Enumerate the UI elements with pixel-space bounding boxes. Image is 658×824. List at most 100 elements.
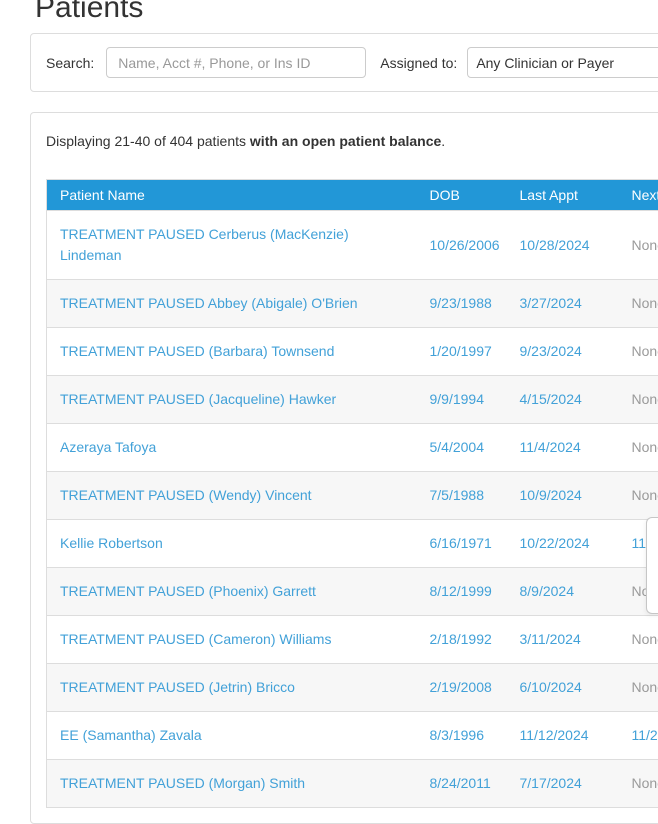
table-row: TREATMENT PAUSED (Wendy) Vincent 7/5/198… bbox=[47, 472, 658, 520]
last-appt-value[interactable]: 8/9/2024 bbox=[520, 583, 575, 599]
dob-cell: 10/26/2006 bbox=[417, 211, 507, 280]
patient-name-link[interactable]: TREATMENT PAUSED (Wendy) Vincent bbox=[60, 487, 312, 503]
last-appt-cell: 10/22/2024 bbox=[507, 520, 619, 568]
patient-name-link[interactable]: Kellie Robertson bbox=[60, 535, 163, 551]
dob-cell: 9/9/1994 bbox=[417, 376, 507, 424]
dob-value[interactable]: 6/16/1971 bbox=[430, 535, 492, 551]
patient-name-link[interactable]: TREATMENT PAUSED (Morgan) Smith bbox=[60, 775, 305, 791]
last-appt-cell: 11/4/2024 bbox=[507, 424, 619, 472]
results-summary: Displaying 21-40 of 404 patients with an… bbox=[46, 131, 658, 151]
next-appt-value[interactable]: 11/20 bbox=[632, 727, 658, 743]
summary-prefix: Displaying 21-40 of 404 patients bbox=[46, 133, 250, 149]
table-row: TREATMENT PAUSED Abbey (Abigale) O'Brien… bbox=[47, 280, 658, 328]
next-appt-cell: None bbox=[619, 280, 658, 328]
dob-cell: 8/3/1996 bbox=[417, 712, 507, 760]
patient-name-cell: Azeraya Tafoya bbox=[47, 424, 417, 472]
last-appt-value[interactable]: 11/4/2024 bbox=[520, 439, 581, 455]
dob-value[interactable]: 8/12/1999 bbox=[430, 583, 492, 599]
table-row: TREATMENT PAUSED (Jacqueline) Hawker 9/9… bbox=[47, 376, 658, 424]
dob-value[interactable]: 2/19/2008 bbox=[430, 679, 492, 695]
last-appt-value[interactable]: 4/15/2024 bbox=[520, 391, 582, 407]
last-appt-cell: 4/15/2024 bbox=[507, 376, 619, 424]
dob-cell: 6/16/1971 bbox=[417, 520, 507, 568]
last-appt-value[interactable]: 7/17/2024 bbox=[520, 775, 582, 791]
table-row: TREATMENT PAUSED (Jetrin) Bricco 2/19/20… bbox=[47, 664, 658, 712]
patient-table-body: TREATMENT PAUSED Cerberus (MacKenzie) Li… bbox=[47, 211, 658, 808]
dob-value[interactable]: 10/26/2006 bbox=[430, 237, 500, 253]
last-appt-value[interactable]: 3/11/2024 bbox=[520, 631, 581, 647]
last-appt-cell: 11/12/2024 bbox=[507, 712, 619, 760]
last-appt-value[interactable]: 11/12/2024 bbox=[520, 727, 589, 743]
next-appt-none: None bbox=[632, 237, 658, 253]
last-appt-cell: 8/9/2024 bbox=[507, 568, 619, 616]
last-appt-value[interactable]: 3/27/2024 bbox=[520, 295, 582, 311]
patient-name-link[interactable]: EE (Samantha) Zavala bbox=[60, 727, 202, 743]
patient-name-cell: TREATMENT PAUSED Cerberus (MacKenzie) Li… bbox=[47, 211, 417, 280]
page-title: Patients bbox=[35, 0, 658, 26]
patient-name-cell: TREATMENT PAUSED (Wendy) Vincent bbox=[47, 472, 417, 520]
dob-cell: 2/18/1992 bbox=[417, 616, 507, 664]
next-appt-none: None bbox=[632, 343, 658, 359]
column-header-patient-name[interactable]: Patient Name bbox=[47, 180, 417, 211]
patient-name-cell: TREATMENT PAUSED (Jetrin) Bricco bbox=[47, 664, 417, 712]
dob-value[interactable]: 5/4/2004 bbox=[430, 439, 485, 455]
dob-value[interactable]: 9/9/1994 bbox=[430, 391, 485, 407]
patient-name-cell: TREATMENT PAUSED (Cameron) Williams bbox=[47, 616, 417, 664]
patient-name-link[interactable]: TREATMENT PAUSED (Jetrin) Bricco bbox=[60, 679, 295, 695]
summary-suffix: . bbox=[441, 133, 445, 149]
next-appt-none: None bbox=[632, 487, 658, 503]
patient-name-cell: TREATMENT PAUSED Abbey (Abigale) O'Brien bbox=[47, 280, 417, 328]
table-row: TREATMENT PAUSED (Phoenix) Garrett 8/12/… bbox=[47, 568, 658, 616]
last-appt-value[interactable]: 10/9/2024 bbox=[520, 487, 582, 503]
search-input[interactable] bbox=[106, 47, 366, 78]
patient-name-link[interactable]: TREATMENT PAUSED (Jacqueline) Hawker bbox=[60, 391, 336, 407]
patient-table: Patient Name DOB Last Appt Next Appt TRE… bbox=[46, 179, 658, 808]
patient-name-cell: TREATMENT PAUSED (Jacqueline) Hawker bbox=[47, 376, 417, 424]
popover bbox=[646, 517, 658, 614]
next-appt-cell: None bbox=[619, 472, 658, 520]
last-appt-value[interactable]: 6/10/2024 bbox=[520, 679, 582, 695]
column-header-next-appt[interactable]: Next Appt bbox=[619, 180, 658, 211]
column-header-last-appt[interactable]: Last Appt bbox=[507, 180, 619, 211]
next-appt-none: None bbox=[632, 679, 658, 695]
dob-value[interactable]: 1/20/1997 bbox=[430, 343, 492, 359]
patient-name-link[interactable]: TREATMENT PAUSED (Barbara) Townsend bbox=[60, 343, 334, 359]
dob-value[interactable]: 7/5/1988 bbox=[430, 487, 485, 503]
patient-name-link[interactable]: Azeraya Tafoya bbox=[60, 439, 156, 455]
dob-value[interactable]: 8/24/2011 bbox=[430, 775, 491, 791]
last-appt-value[interactable]: 10/22/2024 bbox=[520, 535, 590, 551]
patient-name-link[interactable]: TREATMENT PAUSED Abbey (Abigale) O'Brien bbox=[60, 295, 358, 311]
last-appt-cell: 10/28/2024 bbox=[507, 211, 619, 280]
patient-name-cell: TREATMENT PAUSED (Barbara) Townsend bbox=[47, 328, 417, 376]
patient-name-link[interactable]: TREATMENT PAUSED (Phoenix) Garrett bbox=[60, 583, 316, 599]
next-appt-none: None bbox=[632, 295, 658, 311]
column-header-dob[interactable]: DOB bbox=[417, 180, 507, 211]
next-appt-cell: None bbox=[619, 211, 658, 280]
dob-cell: 2/19/2008 bbox=[417, 664, 507, 712]
table-row: TREATMENT PAUSED (Cameron) Williams 2/18… bbox=[47, 616, 658, 664]
next-appt-cell: None bbox=[619, 376, 658, 424]
patient-name-link[interactable]: TREATMENT PAUSED Cerberus (MacKenzie) Li… bbox=[60, 226, 349, 263]
next-appt-cell: None bbox=[619, 760, 658, 808]
dob-value[interactable]: 9/23/1988 bbox=[430, 295, 492, 311]
dob-cell: 1/20/1997 bbox=[417, 328, 507, 376]
table-row: TREATMENT PAUSED (Morgan) Smith 8/24/201… bbox=[47, 760, 658, 808]
patient-name-link[interactable]: TREATMENT PAUSED (Cameron) Williams bbox=[60, 631, 331, 647]
dob-value[interactable]: 8/3/1996 bbox=[430, 727, 485, 743]
assigned-to-label: Assigned to: bbox=[380, 55, 457, 71]
last-appt-cell: 6/10/2024 bbox=[507, 664, 619, 712]
next-appt-cell: None bbox=[619, 328, 658, 376]
next-appt-none: None bbox=[632, 391, 658, 407]
patient-name-cell: Kellie Robertson bbox=[47, 520, 417, 568]
last-appt-value[interactable]: 10/28/2024 bbox=[520, 237, 590, 253]
table-row: Azeraya Tafoya 5/4/2004 11/4/2024 None bbox=[47, 424, 658, 472]
last-appt-cell: 3/11/2024 bbox=[507, 616, 619, 664]
assigned-to-select[interactable]: Any Clinician or Payer bbox=[467, 47, 658, 78]
table-row: TREATMENT PAUSED (Barbara) Townsend 1/20… bbox=[47, 328, 658, 376]
dob-value[interactable]: 2/18/1992 bbox=[430, 631, 492, 647]
results-panel: Displaying 21-40 of 404 patients with an… bbox=[30, 112, 658, 824]
next-appt-cell: None bbox=[619, 664, 658, 712]
patient-name-cell: TREATMENT PAUSED (Phoenix) Garrett bbox=[47, 568, 417, 616]
last-appt-value[interactable]: 9/23/2024 bbox=[520, 343, 582, 359]
dob-cell: 7/5/1988 bbox=[417, 472, 507, 520]
